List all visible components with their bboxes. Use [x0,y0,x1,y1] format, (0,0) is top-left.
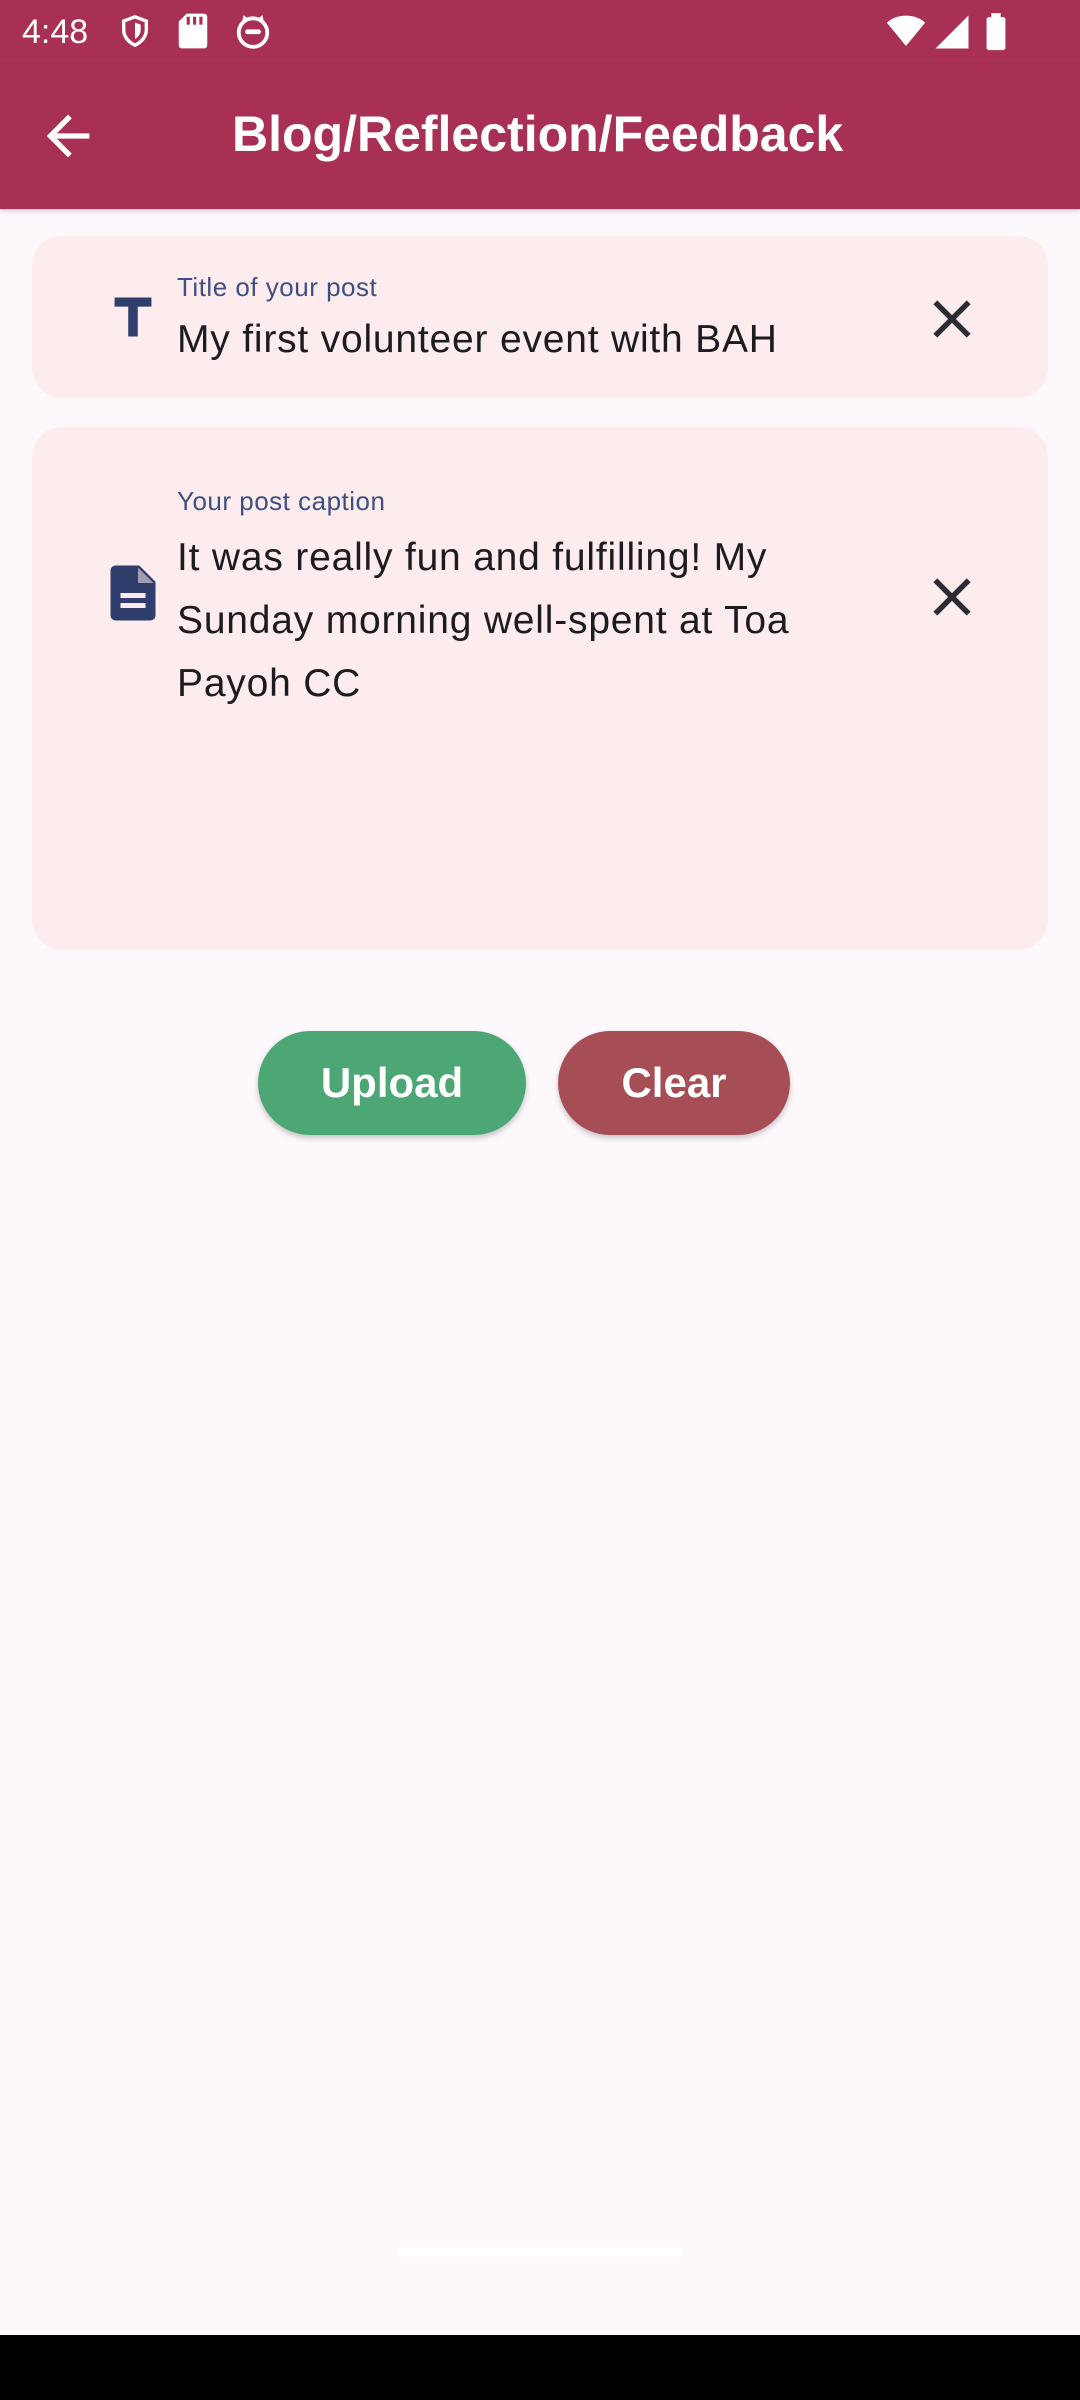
arrow-back-icon [46,114,90,158]
wifi-icon [886,15,926,46]
document-icon [78,538,188,648]
title-field-value[interactable]: My first volunteer event with BAH [177,315,887,365]
close-icon [933,300,971,338]
text-title-icon [78,262,188,372]
caption-clear-button[interactable] [902,547,1002,647]
clear-button[interactable]: Clear [558,1031,790,1135]
sd-card-icon [178,13,208,49]
back-button[interactable] [20,88,116,184]
status-time: 4:48 [22,13,89,51]
status-bar: 4:48 [0,0,1080,64]
app-bar: Blog/Reflection/Feedback [0,64,1080,209]
title-field-label: Title of your post [177,272,378,302]
shield-icon [121,15,149,48]
caption-field[interactable]: Your post caption It was really fun and … [32,427,1048,950]
upload-button[interactable]: Upload [258,1031,526,1135]
cellular-signal-icon [935,15,969,49]
page-title: Blog/Reflection/Feedback [232,106,844,162]
title-field[interactable]: Title of your post My first volunteer ev… [32,236,1048,398]
home-gesture-handle[interactable] [397,2247,683,2257]
caption-field-label: Your post caption [177,486,386,516]
close-icon [933,578,971,616]
caption-field-value[interactable]: It was really fun and fulfilling! My Sun… [177,526,887,715]
battery-icon [986,13,1006,51]
cat-face-icon [236,15,270,49]
navigation-bar [0,2335,1080,2400]
title-clear-button[interactable] [902,269,1002,369]
